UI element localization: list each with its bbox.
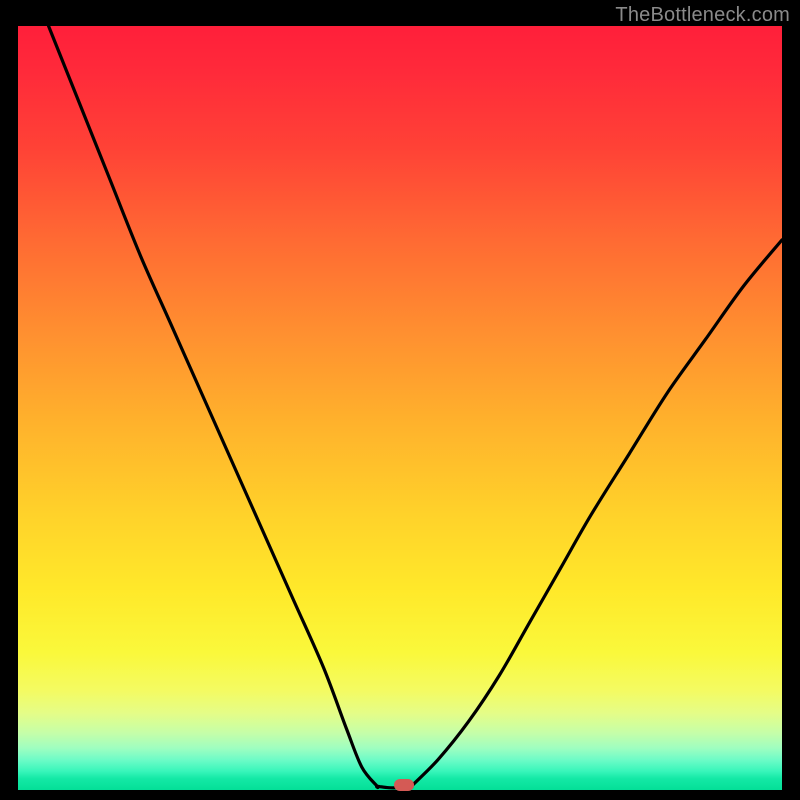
bottleneck-curve (18, 26, 782, 790)
plot-area (18, 26, 782, 790)
curve-path (49, 26, 782, 788)
optimum-marker (394, 779, 414, 791)
watermark-text: TheBottleneck.com (615, 4, 790, 27)
chart-frame: TheBottleneck.com (0, 0, 800, 800)
